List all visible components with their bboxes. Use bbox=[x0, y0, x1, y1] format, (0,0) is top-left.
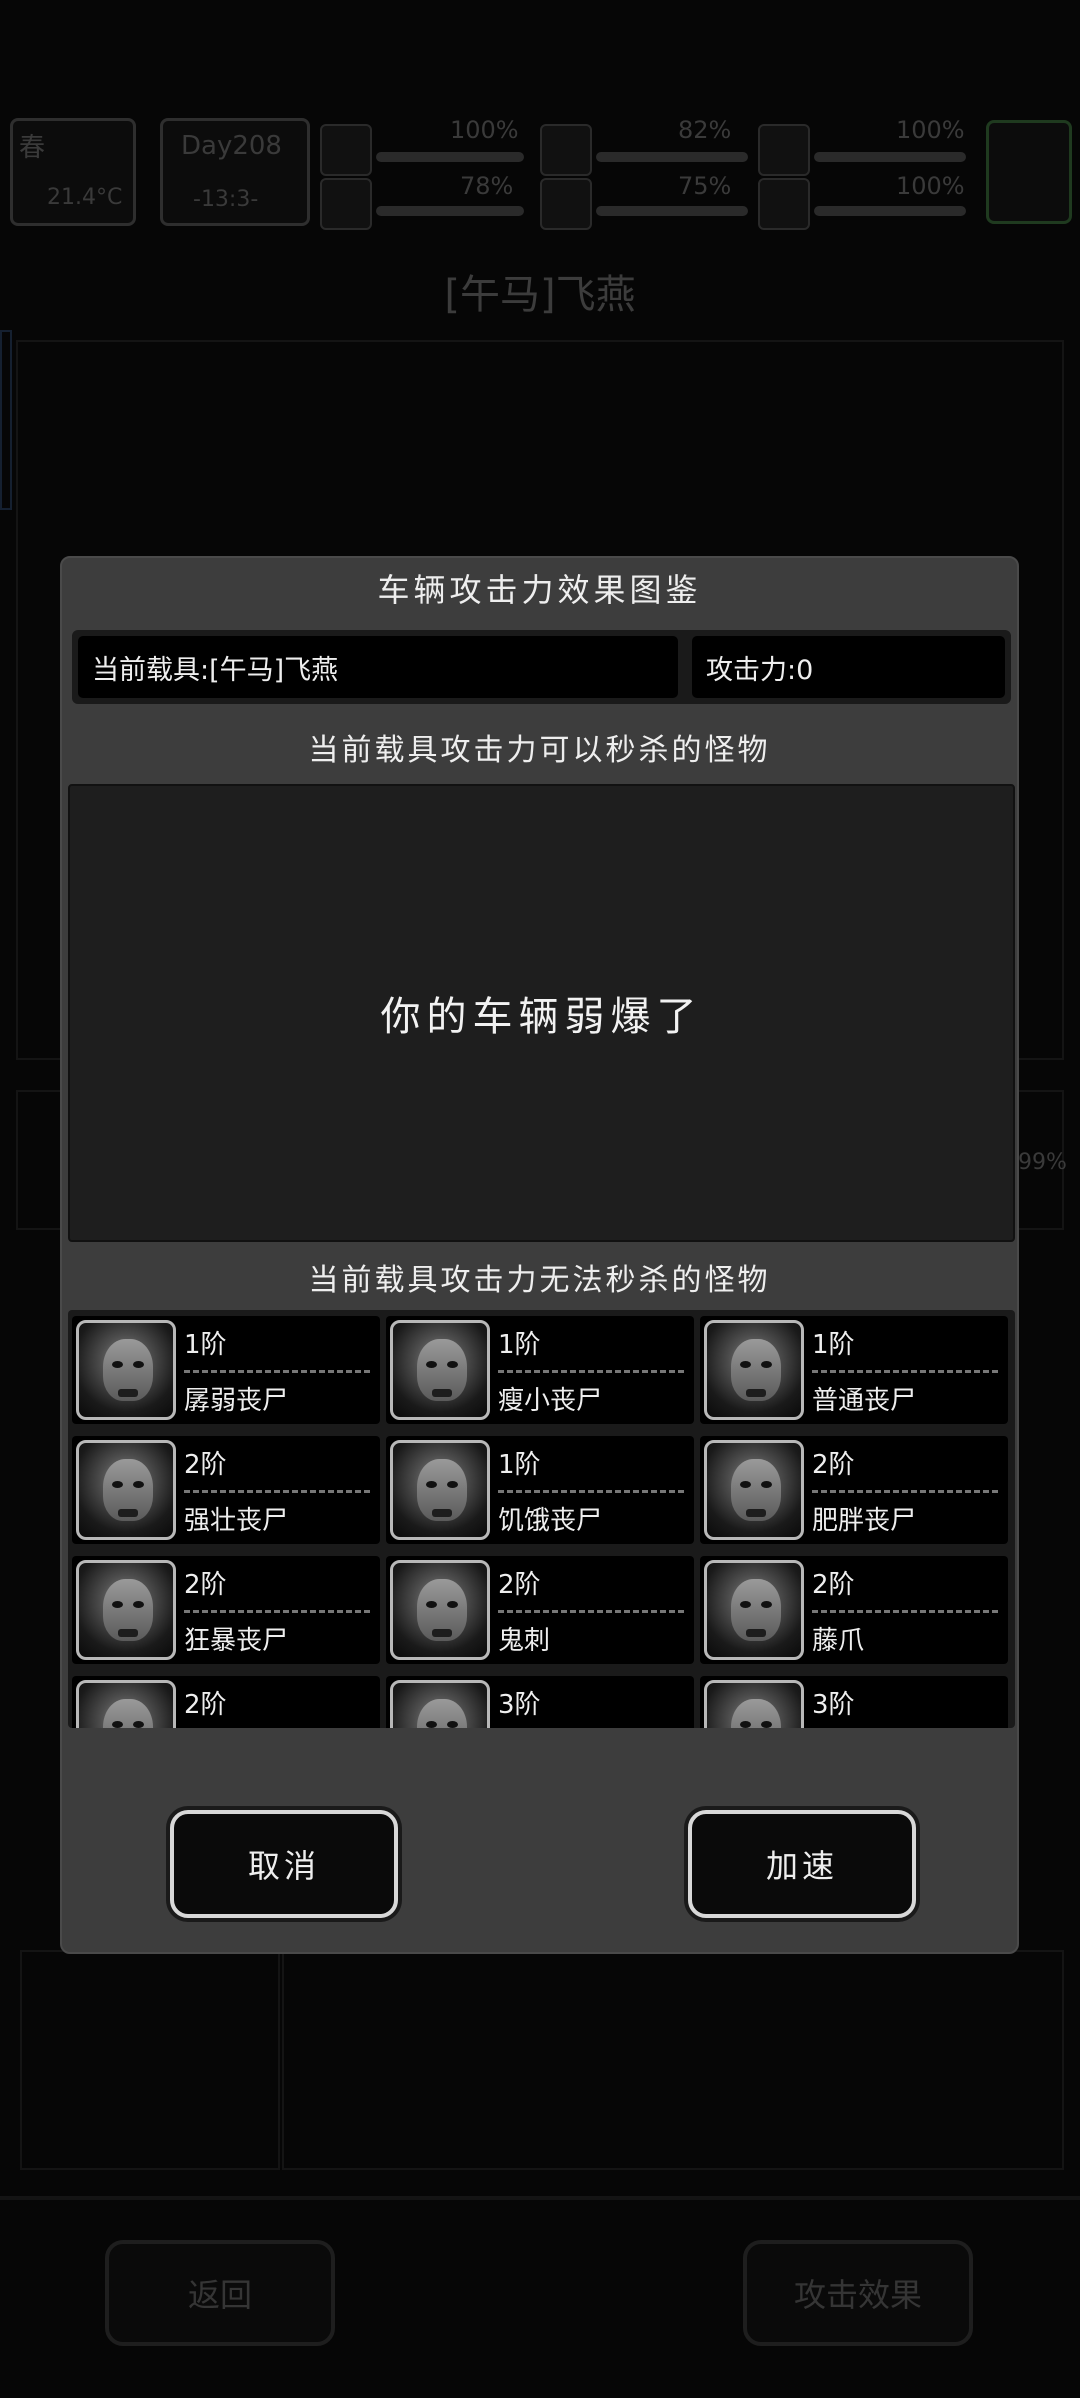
zombie-portrait-icon bbox=[76, 1680, 176, 1728]
current-vehicle-label: 当前载具:[午马]飞燕 bbox=[78, 636, 678, 698]
monster-name: 肥胖丧尸 bbox=[812, 1506, 917, 1536]
monster-rank: 2阶 bbox=[498, 1570, 541, 1600]
immunity-value: 100% bbox=[896, 116, 965, 144]
health-value: 100% bbox=[450, 116, 519, 144]
back-button[interactable]: 返回 bbox=[105, 2240, 335, 2346]
killable-section-title: 当前载具攻击力可以秒杀的怪物 bbox=[308, 733, 771, 768]
vehicle-title: [午马]飞燕 bbox=[444, 272, 636, 318]
zombie-portrait-icon bbox=[704, 1680, 804, 1728]
speedup-button[interactable]: 加速 bbox=[688, 1810, 916, 1918]
monster-rank: 2阶 bbox=[812, 1570, 855, 1600]
monster-name: 狂暴丧尸 bbox=[184, 1626, 289, 1656]
monster-card[interactable]: 1阶 饥饿丧尸 bbox=[386, 1436, 694, 1544]
monster-rank: 2阶 bbox=[184, 1570, 227, 1600]
zombie-portrait-icon bbox=[704, 1440, 804, 1540]
immunity-bar bbox=[814, 152, 966, 162]
monster-card[interactable]: 2阶 鬼刺 bbox=[386, 1556, 694, 1664]
monster-name: 孱弱丧尸 bbox=[184, 1386, 289, 1416]
monster-card[interactable]: 3阶 力士 bbox=[386, 1676, 694, 1728]
monster-card[interactable]: 2阶 异爪 bbox=[72, 1676, 380, 1728]
footer-divider bbox=[0, 2196, 1080, 2200]
monster-name: 鬼刺 bbox=[498, 1626, 551, 1656]
monster-card[interactable]: 2阶 强壮丧尸 bbox=[72, 1436, 380, 1544]
stomach-icon bbox=[540, 124, 592, 176]
monster-rank: 1阶 bbox=[498, 1330, 541, 1360]
cancel-button[interactable]: 取消 bbox=[170, 1810, 398, 1918]
monster-rank: 3阶 bbox=[812, 1690, 855, 1720]
thirst-bar bbox=[596, 206, 748, 216]
monster-name: 藤爪 bbox=[812, 1626, 865, 1656]
monster-rank: 1阶 bbox=[184, 1330, 227, 1360]
attack-effect-dialog: 车辆攻击力效果图鉴 当前载具:[午马]飞燕 攻击力:0 当前载具攻击力可以秒杀的… bbox=[60, 556, 1019, 1954]
medkit-icon bbox=[320, 124, 372, 176]
unkillable-monster-grid[interactable]: 1阶 孱弱丧尸 1阶 瘦小丧尸 1阶 普通丧尸 2阶 强壮丧尸 1阶 饥饿丧尸 … bbox=[68, 1310, 1015, 1728]
monster-rank: 2阶 bbox=[184, 1450, 227, 1480]
thirst-value: 75% bbox=[678, 172, 732, 200]
monster-name: 饥饿丧尸 bbox=[498, 1506, 603, 1536]
pill-icon bbox=[758, 124, 810, 176]
water-drop-icon bbox=[540, 178, 592, 230]
monster-rank: 2阶 bbox=[184, 1690, 227, 1720]
monster-rank: 1阶 bbox=[498, 1450, 541, 1480]
stamina-value: 78% bbox=[460, 172, 514, 200]
zombie-portrait-icon bbox=[390, 1440, 490, 1540]
zombie-portrait-icon bbox=[390, 1560, 490, 1660]
attack-power-label: 攻击力:0 bbox=[692, 636, 1005, 698]
mood-bar bbox=[814, 206, 966, 216]
monster-card[interactable]: 1阶 孱弱丧尸 bbox=[72, 1316, 380, 1424]
inventory-panel-left bbox=[20, 1950, 280, 2170]
vehicle-info-row: 当前载具:[午马]飞燕 攻击力:0 bbox=[72, 630, 1011, 704]
day-label: Day208 bbox=[181, 131, 282, 161]
zombie-portrait-icon bbox=[76, 1560, 176, 1660]
side-tab[interactable] bbox=[0, 330, 12, 510]
hunger-value: 82% bbox=[678, 116, 732, 144]
zombie-portrait-icon bbox=[76, 1320, 176, 1420]
mood-value: 100% bbox=[896, 172, 965, 200]
empty-killable-message: 你的车辆弱爆了 bbox=[380, 994, 703, 1040]
health-bar bbox=[376, 152, 524, 162]
monster-card[interactable]: 3阶 夜鼠 bbox=[700, 1676, 1008, 1728]
zombie-portrait-icon bbox=[390, 1680, 490, 1728]
zombie-portrait-icon bbox=[704, 1560, 804, 1660]
attack-effect-button[interactable]: 攻击效果 bbox=[743, 2240, 973, 2346]
monster-card[interactable]: 2阶 肥胖丧尸 bbox=[700, 1436, 1008, 1544]
boot-icon bbox=[320, 178, 372, 230]
monster-name: 普通丧尸 bbox=[812, 1386, 917, 1416]
side-percent: 99% bbox=[1018, 1150, 1067, 1175]
zombie-portrait-icon bbox=[704, 1320, 804, 1420]
unkillable-section-title: 当前载具攻击力无法秒杀的怪物 bbox=[308, 1263, 771, 1298]
zombie-portrait-icon bbox=[390, 1320, 490, 1420]
monster-rank: 2阶 bbox=[812, 1450, 855, 1480]
day-panel: Day208 -13:3- bbox=[160, 118, 310, 226]
time-label: -13:3- bbox=[193, 187, 259, 212]
heart-icon bbox=[758, 178, 810, 230]
status-hud: 春 21.4°C Day208 -13:3- 100% 82% 100% 78%… bbox=[0, 112, 1080, 232]
dialog-title: 车辆攻击力效果图鉴 bbox=[377, 571, 702, 609]
inventory-panel-right bbox=[282, 1950, 1064, 2170]
temperature-label: 21.4°C bbox=[47, 185, 123, 210]
monster-card[interactable]: 1阶 瘦小丧尸 bbox=[386, 1316, 694, 1424]
zombie-portrait-icon bbox=[76, 1440, 176, 1540]
monster-card[interactable]: 1阶 普通丧尸 bbox=[700, 1316, 1008, 1424]
monster-name: 强壮丧尸 bbox=[184, 1506, 289, 1536]
equipment-slot[interactable] bbox=[986, 120, 1072, 224]
hunger-bar bbox=[596, 152, 748, 162]
monster-name: 瘦小丧尸 bbox=[498, 1386, 603, 1416]
monster-card[interactable]: 2阶 藤爪 bbox=[700, 1556, 1008, 1664]
monster-card[interactable]: 2阶 狂暴丧尸 bbox=[72, 1556, 380, 1664]
season-label: 春 bbox=[19, 133, 46, 163]
stamina-bar bbox=[376, 206, 524, 216]
killable-monster-list: 你的车辆弱爆了 bbox=[68, 784, 1015, 1242]
season-panel: 春 21.4°C bbox=[10, 118, 136, 226]
monster-rank: 1阶 bbox=[812, 1330, 855, 1360]
monster-rank: 3阶 bbox=[498, 1690, 541, 1720]
